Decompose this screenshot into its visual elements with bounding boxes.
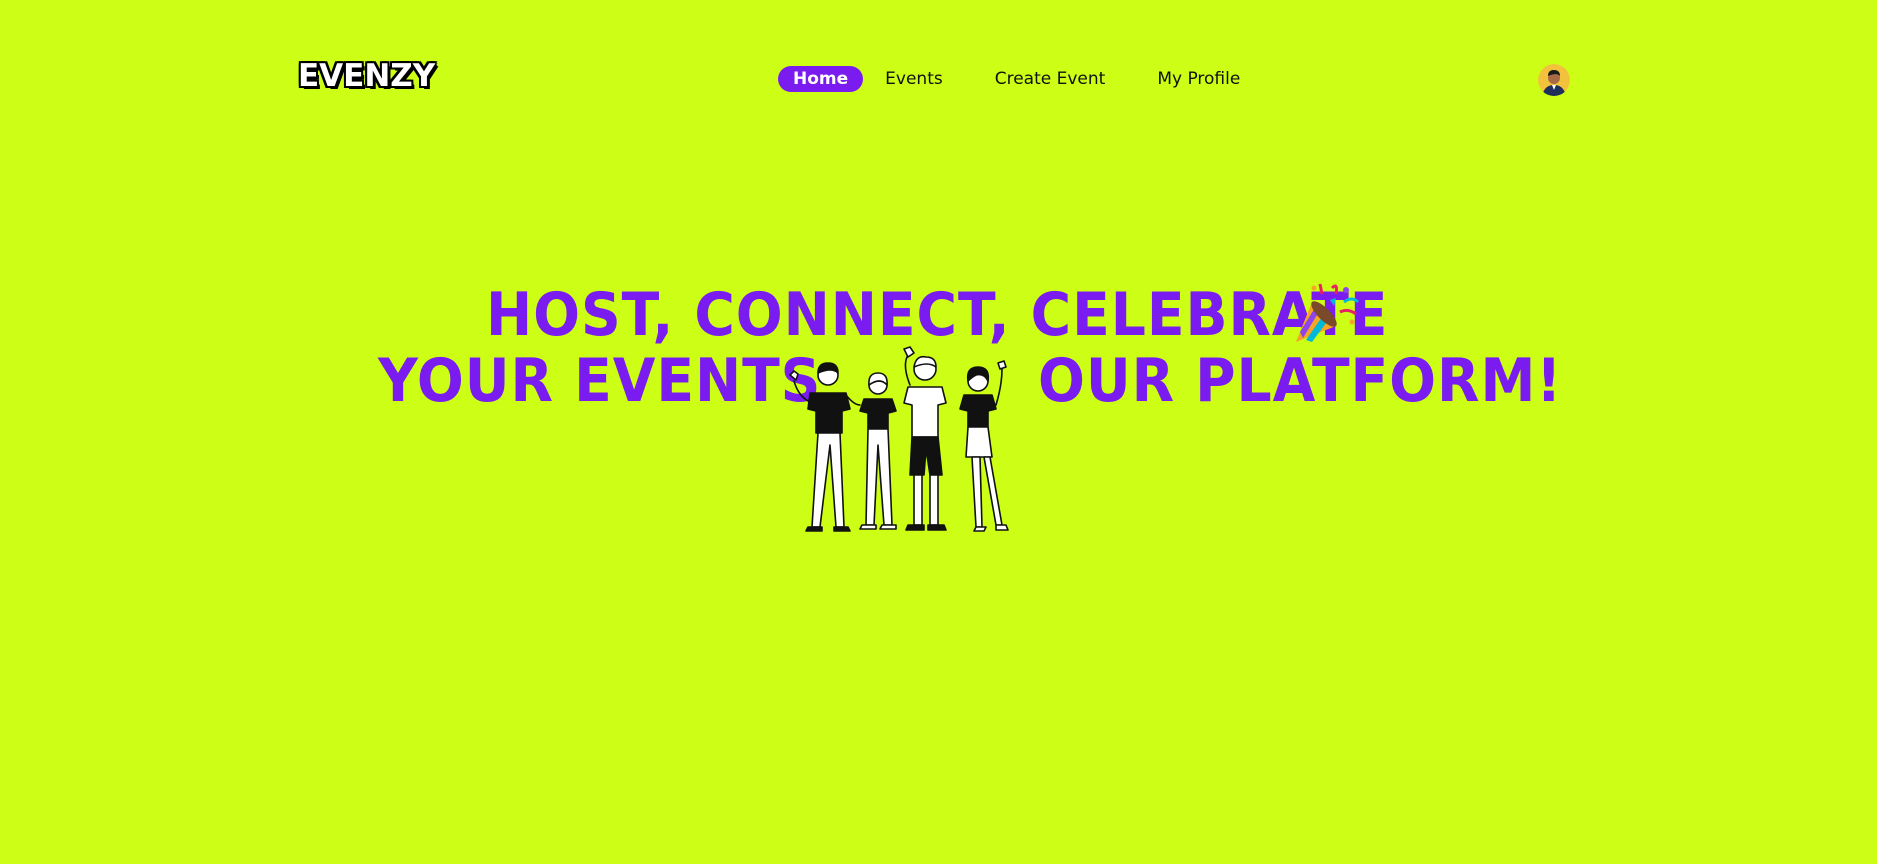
user-avatar-icon[interactable] <box>1538 64 1570 96</box>
main-nav: Home Events Create Event My Profile <box>778 66 1255 92</box>
hero-title-line-2-left: YOUR EVENTS <box>378 346 822 416</box>
nav-item-create-event[interactable]: Create Event <box>980 66 1121 92</box>
people-celebrating-illustration <box>780 345 1024 533</box>
nav-item-my-profile[interactable]: My Profile <box>1142 66 1255 92</box>
page: EVENZY Home Events Create Event My Profi… <box>0 0 1877 864</box>
party-popper-icon <box>1290 280 1362 346</box>
logo[interactable]: EVENZY <box>298 58 435 94</box>
hero-title-line-2-right: OUR PLATFORM! <box>1038 346 1563 416</box>
nav-item-events[interactable]: Events <box>870 66 958 92</box>
nav-item-home[interactable]: Home <box>778 66 864 92</box>
hero-title-line-1: HOST, CONNECT, CELEBRATE <box>486 280 1389 350</box>
